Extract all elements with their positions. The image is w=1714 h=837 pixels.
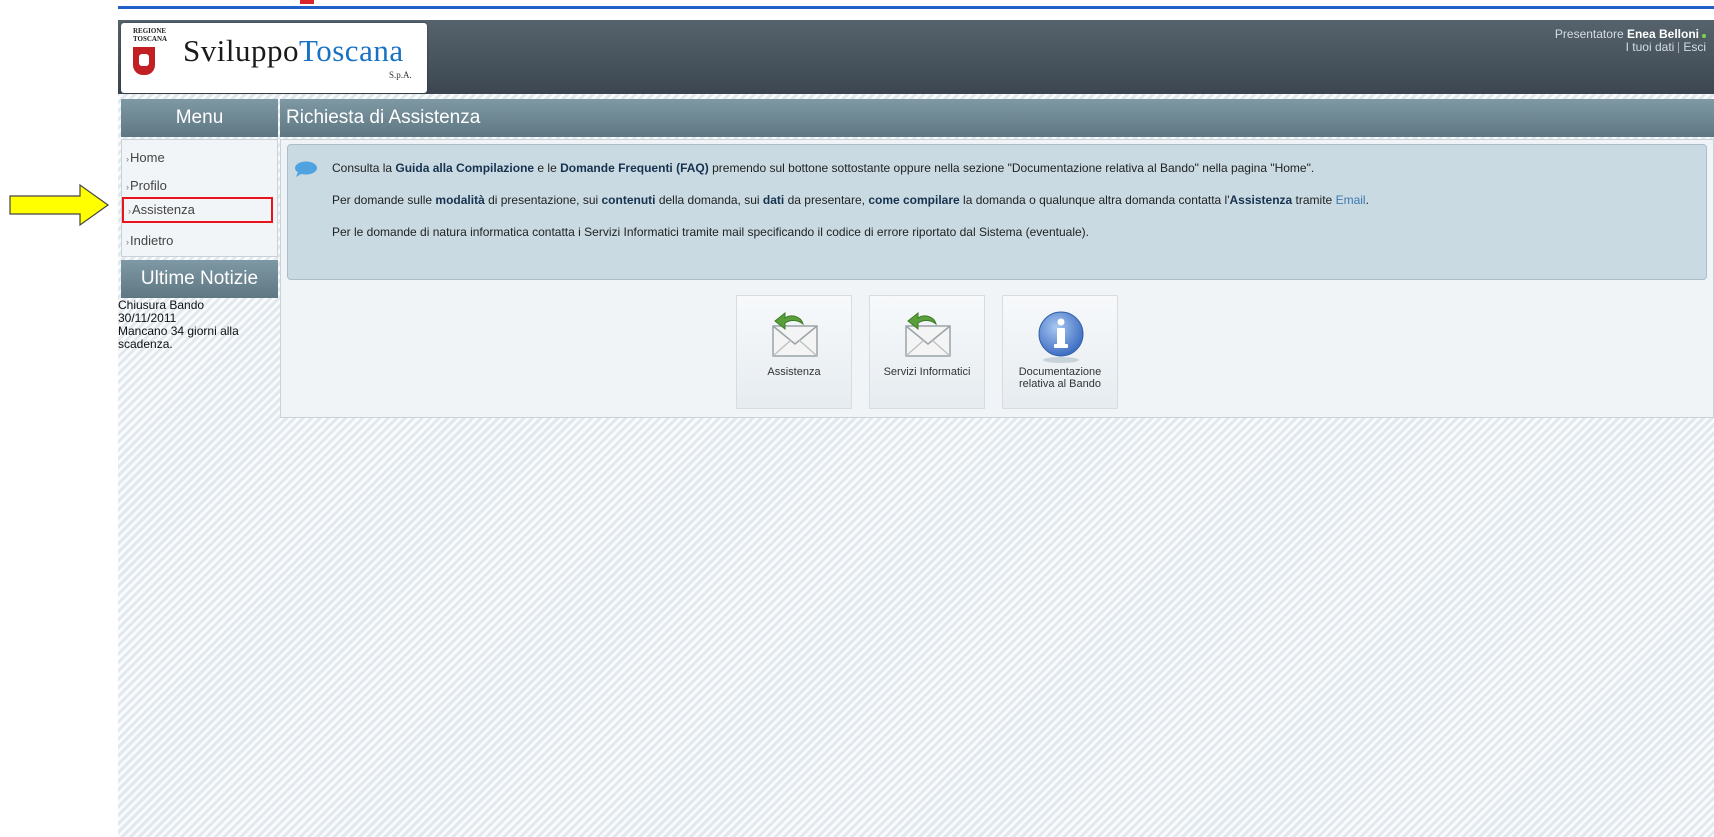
tile-label-line1: Documentazione — [1018, 366, 1102, 378]
news-body: Chiusura Bando 30/11/2011 Mancano 34 gio… — [118, 299, 278, 351]
logout-link[interactable]: Esci — [1683, 40, 1706, 54]
presenter-name: Enea Belloni — [1626, 27, 1699, 41]
assistenza-tile-button[interactable]: Assistenza — [736, 295, 852, 409]
info-text: Per domande sulle — [332, 193, 436, 207]
tile-label: Documentazione relativa al Bando — [1003, 366, 1117, 390]
tile-label-line2: relativa al Bando — [1019, 378, 1101, 390]
info-box: Consulta la Guida alla Compilazione e le… — [287, 144, 1707, 280]
chevron-right-icon: › — [126, 237, 129, 247]
info-text: . — [1365, 193, 1369, 207]
top-red-accent — [300, 0, 314, 4]
info-text-bold: dati — [762, 193, 785, 207]
info-text: di presentazione, sui — [484, 193, 602, 207]
sidebar-item-assistenza[interactable]: ›Assistenza — [122, 197, 273, 223]
info-icon — [1038, 311, 1084, 363]
info-line-it: Per le domande di natura informatica con… — [332, 225, 1090, 239]
info-line-guide: Consulta la Guida alla Compilazione e le… — [332, 161, 1314, 175]
brand-part1: Sviluppo — [183, 33, 299, 68]
info-text: Consulta la — [332, 161, 396, 175]
chevron-right-icon: › — [126, 154, 129, 164]
your-data-link[interactable]: I tuoi dati — [1626, 40, 1675, 54]
chevron-right-icon: › — [126, 182, 129, 192]
brand-logo[interactable]: REGIONE TOSCANA SviluppoToscana S.p.A. — [121, 23, 427, 93]
user-area: Presentatore Enea Belloni I tuoi dati Esc… — [1555, 28, 1706, 54]
chevron-right-icon: › — [128, 206, 131, 216]
info-text: e le — [534, 161, 561, 175]
documentazione-tile-button[interactable]: Documentazione relativa al Bando — [1002, 295, 1118, 409]
info-text: tramite — [1292, 193, 1336, 207]
crest-shield-icon — [133, 47, 155, 75]
content-header: Richiesta di Assistenza — [280, 99, 1714, 137]
sidebar-item-profilo[interactable]: ›Profilo — [126, 178, 167, 193]
sidebar-item-label: Profilo — [130, 178, 167, 193]
crest-line1: REGIONE — [133, 27, 167, 35]
sidebar-item-label: Indietro — [130, 233, 174, 248]
info-text-bold: come compilare — [868, 193, 960, 207]
email-link[interactable]: Email — [1336, 193, 1366, 207]
sidebar-item-home[interactable]: ›Home — [126, 150, 165, 165]
page-title: Richiesta di Assistenza — [286, 107, 481, 128]
tile-label: Servizi Informatici — [883, 366, 971, 378]
info-text-bold: contenuti — [601, 193, 656, 207]
sidebar-item-label: Assistenza — [132, 202, 195, 217]
sidebar-menu: ›Home ›Profilo ›Assistenza ›Indietro — [121, 139, 278, 257]
annotation-arrow — [9, 183, 110, 227]
envelope-reply-icon — [772, 311, 818, 357]
header-bar: REGIONE TOSCANA SviluppoToscana S.p.A. P… — [118, 20, 1714, 94]
news-title: Ultime Notizie — [121, 260, 278, 298]
content-panel: Consulta la Guida alla Compilazione e le… — [280, 139, 1714, 418]
info-text-bold: Guida alla Compilazione — [395, 161, 535, 175]
info-text: premendo sul bottone sottostante oppure … — [708, 161, 1315, 175]
brand-suffix: S.p.A. — [389, 70, 412, 80]
info-text-bold: Domande Frequenti (FAQ) — [560, 161, 709, 175]
online-status-icon — [1702, 34, 1706, 38]
presenter-prefix: Presentatore — [1554, 27, 1624, 41]
crest-line2: TOSCANA — [133, 35, 168, 43]
info-text: della domanda, sui — [655, 193, 763, 207]
speech-bubble-icon — [295, 161, 317, 177]
info-text-bold: Assistenza — [1229, 193, 1293, 207]
app-frame: REGIONE TOSCANA SviluppoToscana S.p.A. P… — [118, 20, 1714, 837]
top-accent-line — [118, 6, 1714, 9]
info-text-bold: modalità — [435, 193, 485, 207]
servizi-informatici-tile-button[interactable]: Servizi Informatici — [869, 295, 985, 409]
info-text: la domanda o qualunque altra domanda con… — [959, 193, 1230, 207]
menu-title: Menu — [121, 99, 278, 137]
brand-part2: Toscana — [298, 33, 404, 68]
regione-toscana-crest: REGIONE TOSCANA — [133, 27, 168, 87]
sidebar-item-indietro[interactable]: ›Indietro — [126, 233, 173, 248]
news-line: scadenza. — [118, 337, 173, 351]
brand-name: SviluppoToscana — [183, 33, 404, 69]
envelope-reply-icon — [905, 311, 951, 357]
tile-label: Assistenza — [767, 366, 821, 378]
info-text: da presentare, — [784, 193, 869, 207]
link-separator — [1678, 42, 1680, 54]
sidebar-item-label: Home — [130, 150, 165, 165]
info-line-contact: Per domande sulle modalità di presentazi… — [332, 193, 1369, 207]
